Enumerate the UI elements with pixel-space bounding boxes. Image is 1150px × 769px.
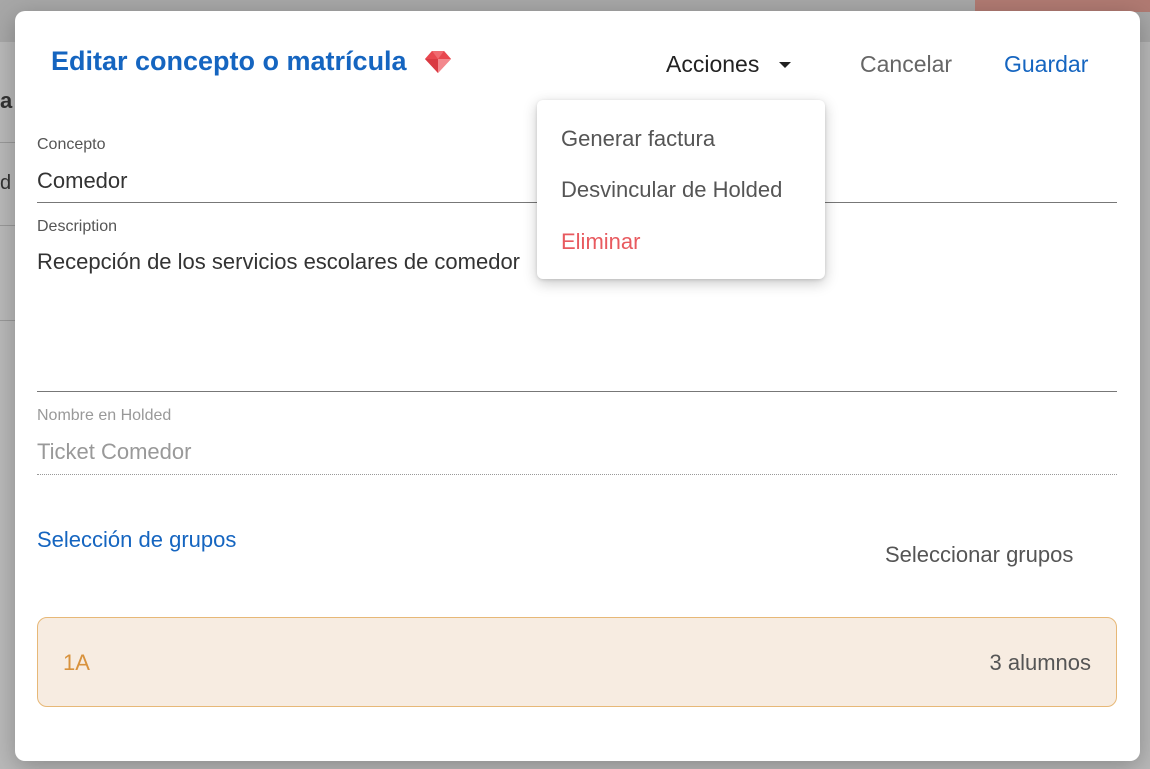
- actions-label: Acciones: [666, 51, 760, 77]
- background-heading-fragment: a: [0, 88, 13, 113]
- description-textarea[interactable]: Recepción de los servicios escolares de …: [37, 249, 520, 275]
- groups-section-title: Selección de grupos: [37, 527, 237, 552]
- actions-menu: Generar factura Desvincular de Holded El…: [537, 100, 825, 279]
- save-button[interactable]: Guardar: [1004, 51, 1088, 78]
- concepto-input[interactable]: Comedor: [37, 168, 127, 194]
- holded-name-label: Nombre en Holded: [37, 407, 172, 424]
- modal-title-text: Editar concepto o matrícula: [51, 46, 407, 76]
- menu-item-delete[interactable]: Eliminar: [561, 229, 640, 255]
- description-label: Description: [37, 218, 118, 235]
- menu-item-unlink-holded[interactable]: Desvincular de Holded: [561, 177, 782, 203]
- concepto-label: Concepto: [37, 136, 106, 153]
- actions-dropdown-button[interactable]: Acciones: [666, 51, 792, 78]
- background-divider: [0, 320, 15, 321]
- background-divider: [0, 142, 15, 143]
- background-divider: [0, 225, 15, 226]
- background-text-fragment: d: [0, 172, 12, 194]
- group-name: 1A: [63, 650, 90, 675]
- description-underline: [37, 391, 1117, 392]
- group-card[interactable]: 1A 3 alumnos: [37, 617, 1117, 707]
- caret-down-icon: [779, 61, 792, 68]
- modal-title: Editar concepto o matrícula: [51, 46, 453, 77]
- select-groups-button[interactable]: Seleccionar grupos: [885, 542, 1073, 568]
- cancel-button[interactable]: Cancelar: [860, 51, 952, 78]
- menu-item-generate-invoice[interactable]: Generar factura: [561, 126, 715, 152]
- holded-name-underline: [37, 474, 1117, 475]
- gem-icon: [424, 50, 451, 73]
- holded-name-input: Ticket Comedor: [37, 439, 192, 464]
- group-student-count: 3 alumnos: [989, 650, 1091, 675]
